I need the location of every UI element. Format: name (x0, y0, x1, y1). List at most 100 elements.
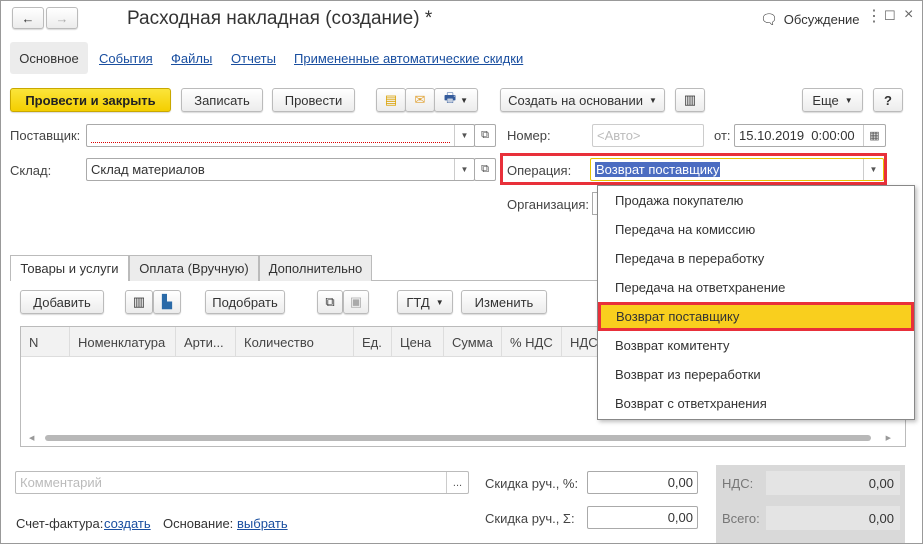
col-vat-rate[interactable]: % НДС (502, 327, 562, 357)
date-field[interactable]: 15.10.2019 0:00:00 ▦ (734, 124, 886, 147)
warehouse-value: Склад материалов (91, 162, 205, 177)
invoice-create-link[interactable]: создать (104, 516, 151, 531)
discount-pct-field[interactable]: 0,00 (587, 471, 698, 494)
col-vat[interactable]: НДС (562, 327, 602, 357)
total-label: Всего: (722, 511, 760, 526)
option-custody[interactable]: Передача на ответхранение (599, 273, 914, 302)
paste-button[interactable]: ▣ (343, 290, 369, 314)
vat-label: НДС: (722, 476, 754, 491)
warehouse-field[interactable]: Склад материалов ▼ (86, 158, 475, 181)
option-return-processing[interactable]: Возврат из переработки (599, 360, 914, 389)
col-nomenclature[interactable]: Номенклатура (70, 327, 176, 357)
structure-button[interactable]: ▥ (675, 88, 705, 112)
basis-label: Основание: (163, 516, 234, 531)
close-icon[interactable]: × (904, 6, 913, 24)
post-and-close-button[interactable]: Провести и закрыть (10, 88, 171, 112)
horizontal-scrollbar[interactable] (45, 435, 871, 441)
post-button[interactable]: Провести (272, 88, 355, 112)
open-icon[interactable]: ⧉ (474, 124, 496, 147)
option-commission[interactable]: Передача на комиссию (599, 215, 914, 244)
col-quantity[interactable]: Количество (236, 327, 354, 357)
operation-label: Операция: (507, 163, 572, 178)
nav-tab-files[interactable]: Файлы (171, 51, 212, 66)
ellipsis-icon[interactable]: ... (446, 472, 468, 493)
col-sum[interactable]: Сумма (444, 327, 502, 357)
terminal-button[interactable]: ▙ (153, 290, 181, 314)
col-price[interactable]: Цена (392, 327, 444, 357)
operation-dropdown: Продажа покупателю Передача на комиссию … (597, 185, 915, 420)
chat-icon: 🗨 (760, 11, 778, 27)
gtd-label: ГТД (406, 294, 430, 310)
col-n[interactable]: N (21, 327, 70, 357)
pick-button[interactable]: Подобрать (205, 290, 285, 314)
email-button[interactable]: ✉ (405, 88, 435, 112)
document-icon: ▥ (683, 92, 697, 107)
totals-panel: НДС: 0,00 Всего: 0,00 (716, 465, 905, 543)
open-icon[interactable]: ⧉ (474, 158, 496, 181)
forward-button[interactable]: → (46, 7, 78, 29)
discount-sum-label: Скидка руч., Σ: (485, 511, 575, 526)
organization-label: Организация: (507, 197, 590, 212)
tab-goods[interactable]: Товары и услуги (10, 255, 129, 281)
scanner-icon: ▙ (162, 294, 172, 309)
tab-payment[interactable]: Оплата (Вручную) (129, 255, 259, 281)
change-button[interactable]: Изменить (461, 290, 547, 314)
document-clock-icon: ▤ (384, 92, 398, 107)
basis-select-link[interactable]: выбрать (237, 516, 288, 531)
gtd-button[interactable]: ГТД ▼ (397, 290, 453, 314)
option-return-supplier[interactable]: Возврат поставщику (598, 302, 914, 331)
back-button[interactable]: ← (12, 7, 44, 29)
nav-tab-discounts[interactable]: Примененные автоматические скидки (294, 51, 523, 66)
option-sale[interactable]: Продажа покупателю (599, 186, 914, 215)
operation-select[interactable]: Возврат поставщику ▼ (590, 158, 884, 181)
col-article[interactable]: Арти... (176, 327, 236, 357)
print-button[interactable]: 🖶 ▼ (434, 88, 478, 112)
page-title: Расходная накладная (создание) * (127, 8, 433, 29)
nav-tab-main[interactable]: Основное (10, 42, 88, 74)
discussion-button[interactable]: 🗨 Обсуждение (760, 11, 860, 28)
chevron-down-icon: ▼ (435, 297, 444, 307)
vat-value: 0,00 (766, 471, 900, 495)
more-label: Еще (812, 92, 839, 108)
barcode-search-button[interactable]: ▥ (125, 290, 153, 314)
chevron-down-icon: ▼ (648, 95, 657, 105)
required-underline (91, 142, 450, 143)
number-field[interactable]: <Авто> (592, 124, 704, 147)
col-unit[interactable]: Ед. (354, 327, 392, 357)
copy-button[interactable]: ⧉ (317, 290, 343, 314)
scroll-left-icon[interactable]: ◀ (29, 434, 34, 442)
number-label: Номер: (507, 128, 551, 143)
nav-tab-events[interactable]: События (99, 51, 153, 66)
supplier-field[interactable]: ▼ (86, 124, 475, 147)
warehouse-label: Склад: (10, 163, 52, 178)
option-processing[interactable]: Передача в переработку (599, 244, 914, 273)
nav-tab-reports[interactable]: Отчеты (231, 51, 276, 66)
help-button[interactable]: ? (873, 88, 903, 112)
comment-placeholder: Комментарий (20, 475, 102, 490)
create-based-on-button[interactable]: Создать на основании ▼ (500, 88, 665, 112)
chevron-down-icon[interactable]: ▼ (454, 159, 474, 180)
save-button[interactable]: Записать (181, 88, 263, 112)
chevron-down-icon[interactable]: ▼ (454, 125, 474, 146)
add-button[interactable]: Добавить (20, 290, 104, 314)
option-return-custody[interactable]: Возврат с ответхранения (599, 389, 914, 418)
paste-icon: ▣ (349, 294, 363, 309)
operation-value: Возврат поставщику (595, 162, 721, 177)
scroll-right-icon[interactable]: ▶ (886, 434, 891, 442)
calendar-icon[interactable]: ▦ (863, 125, 885, 146)
more-menu-icon[interactable]: ⋮ (866, 6, 882, 26)
chevron-down-icon[interactable]: ▼ (863, 159, 883, 180)
comment-field[interactable]: Комментарий ... (15, 471, 469, 494)
copy-icon: ⧉ (325, 294, 335, 309)
supplier-label: Поставщик: (10, 128, 81, 143)
report-button[interactable]: ▤ (376, 88, 406, 112)
more-button[interactable]: Еще ▼ (802, 88, 863, 112)
create-based-label: Создать на основании (508, 92, 643, 108)
chevron-down-icon: ▼ (460, 95, 469, 105)
tab-additional[interactable]: Дополнительно (259, 255, 372, 281)
discount-sum-field[interactable]: 0,00 (587, 506, 698, 529)
maximize-icon[interactable]: ☐ (884, 8, 896, 24)
date-value: 15.10.2019 0:00:00 (739, 128, 855, 143)
option-return-committent[interactable]: Возврат комитенту (599, 331, 914, 360)
date-label: от: (714, 128, 731, 143)
